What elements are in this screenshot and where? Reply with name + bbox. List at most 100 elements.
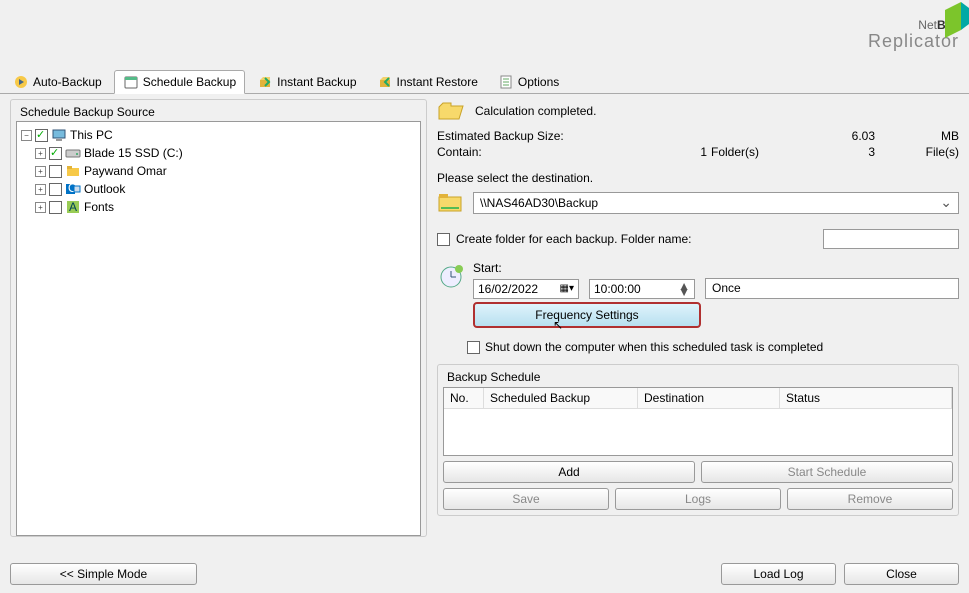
- files-label: File(s): [879, 145, 959, 159]
- checkbox-this-pc[interactable]: [35, 129, 48, 142]
- dest-label: Please select the destination.: [437, 171, 959, 185]
- outlook-icon: O: [65, 181, 81, 197]
- schedule-backup-icon: [123, 74, 139, 90]
- est-size-value: 6.03: [795, 129, 875, 143]
- save-label: Save: [512, 492, 539, 506]
- instant-restore-icon: [377, 74, 393, 90]
- dest-folder-icon: [437, 191, 465, 215]
- create-folder-label: Create folder for each backup. Folder na…: [456, 232, 691, 246]
- folder-icon: [65, 163, 81, 179]
- checkbox-drive[interactable]: [49, 147, 62, 160]
- tree-label: Paywand Omar: [84, 164, 167, 178]
- checkbox-user[interactable]: [49, 165, 62, 178]
- tree-node-user[interactable]: + Paywand Omar: [35, 162, 416, 180]
- brand-icon: [941, 2, 969, 46]
- footer: << Simple Mode Load Log Close: [0, 563, 969, 585]
- tree-label: Fonts: [84, 200, 114, 214]
- tab-options-label: Options: [518, 75, 559, 89]
- folders-label: Folder(s): [711, 145, 791, 159]
- time-spinner[interactable]: ▲▼: [678, 283, 690, 295]
- remove-button[interactable]: Remove: [787, 488, 953, 510]
- start-time-input[interactable]: 10:00:00 ▲▼: [589, 279, 695, 299]
- folders-count: 1: [627, 145, 707, 159]
- load-log-button[interactable]: Load Log: [721, 563, 836, 585]
- tab-instant-backup[interactable]: Instant Backup: [249, 70, 364, 93]
- tab-options[interactable]: Options: [490, 70, 567, 93]
- tab-auto-backup[interactable]: Auto-Backup: [5, 70, 110, 93]
- checkbox-outlook[interactable]: [49, 183, 62, 196]
- schedule-table-body[interactable]: [444, 409, 952, 455]
- tree-node-outlook[interactable]: + O Outlook: [35, 180, 416, 198]
- brand-net: Net: [918, 18, 937, 32]
- source-tree[interactable]: − This PC + Blade 15 SSD (C:) + Paywand …: [16, 121, 421, 536]
- calc-completed-label: Calculation completed.: [475, 104, 596, 118]
- start-date-value: 16/02/2022: [478, 282, 538, 296]
- col-destination[interactable]: Destination: [638, 388, 780, 409]
- tree-node-fonts[interactable]: + A Fonts: [35, 198, 416, 216]
- source-fieldset: Schedule Backup Source − This PC + Blade…: [10, 99, 427, 537]
- frequency-settings-button[interactable]: Frequency Settings ↖: [473, 302, 701, 328]
- schedule-clock-icon: [437, 263, 465, 291]
- cursor-icon: ↖: [553, 318, 563, 332]
- frequency-settings-label: Frequency Settings: [535, 308, 638, 322]
- tree-label: Outlook: [84, 182, 125, 196]
- dest-value: \\NAS46AD30\Backup: [480, 196, 598, 210]
- expander-icon[interactable]: −: [21, 130, 32, 141]
- expander-icon[interactable]: +: [35, 148, 46, 159]
- frequency-value: Once: [712, 281, 741, 295]
- calendar-dropdown-icon[interactable]: ▦▾: [560, 283, 574, 294]
- dest-select[interactable]: \\NAS46AD30\Backup: [473, 192, 959, 214]
- svg-text:A: A: [69, 200, 77, 214]
- tree-node-drive[interactable]: + Blade 15 SSD (C:): [35, 144, 416, 162]
- add-button[interactable]: Add: [443, 461, 695, 483]
- tab-schedule-backup[interactable]: Schedule Backup: [114, 70, 245, 94]
- col-scheduled-backup[interactable]: Scheduled Backup: [484, 388, 638, 409]
- auto-backup-icon: [13, 74, 29, 90]
- tree-label: This PC: [70, 128, 113, 142]
- header: NetBak Replicator: [0, 0, 969, 70]
- simple-mode-button[interactable]: << Simple Mode: [10, 563, 197, 585]
- simple-mode-label: << Simple Mode: [60, 567, 147, 581]
- shutdown-label: Shut down the computer when this schedul…: [485, 340, 823, 354]
- tab-schedule-backup-label: Schedule Backup: [143, 75, 236, 89]
- est-size-unit: MB: [879, 129, 959, 143]
- col-status[interactable]: Status: [780, 388, 952, 409]
- est-size-label: Estimated Backup Size:: [437, 129, 623, 143]
- close-button[interactable]: Close: [844, 563, 959, 585]
- save-button[interactable]: Save: [443, 488, 609, 510]
- expander-icon[interactable]: +: [35, 184, 46, 195]
- tree-label: Blade 15 SSD (C:): [84, 146, 183, 160]
- tab-bar: Auto-Backup Schedule Backup Instant Back…: [0, 70, 969, 94]
- tab-instant-restore[interactable]: Instant Restore: [369, 70, 486, 93]
- start-schedule-button[interactable]: Start Schedule: [701, 461, 953, 483]
- tree-node-this-pc[interactable]: − This PC: [21, 126, 416, 144]
- col-no[interactable]: No.: [444, 388, 484, 409]
- expander-icon[interactable]: +: [35, 202, 46, 213]
- fonts-icon: A: [65, 199, 81, 215]
- checkbox-create-folder[interactable]: [437, 233, 450, 246]
- remove-label: Remove: [848, 492, 893, 506]
- start-time-value: 10:00:00: [594, 282, 641, 296]
- checkbox-fonts[interactable]: [49, 201, 62, 214]
- folder-name-input[interactable]: [823, 229, 959, 249]
- expander-icon[interactable]: +: [35, 166, 46, 177]
- add-label: Add: [558, 465, 579, 479]
- frequency-display: Once: [705, 278, 959, 299]
- close-label: Close: [886, 567, 917, 581]
- start-date-input[interactable]: 16/02/2022 ▦▾: [473, 279, 579, 299]
- contain-label: Contain:: [437, 145, 623, 159]
- checkbox-shutdown[interactable]: [467, 341, 480, 354]
- load-log-label: Load Log: [753, 567, 803, 581]
- tab-instant-restore-label: Instant Restore: [397, 75, 478, 89]
- source-title: Schedule Backup Source: [16, 105, 159, 119]
- options-icon: [498, 74, 514, 90]
- start-schedule-label: Start Schedule: [788, 465, 867, 479]
- start-label: Start:: [473, 261, 959, 275]
- instant-backup-icon: [257, 74, 273, 90]
- logs-button[interactable]: Logs: [615, 488, 781, 510]
- logs-label: Logs: [685, 492, 711, 506]
- tab-instant-backup-label: Instant Backup: [277, 75, 356, 89]
- tab-auto-backup-label: Auto-Backup: [33, 75, 102, 89]
- backup-schedule-title: Backup Schedule: [443, 370, 544, 384]
- schedule-table: No. Scheduled Backup Destination Status: [443, 387, 953, 456]
